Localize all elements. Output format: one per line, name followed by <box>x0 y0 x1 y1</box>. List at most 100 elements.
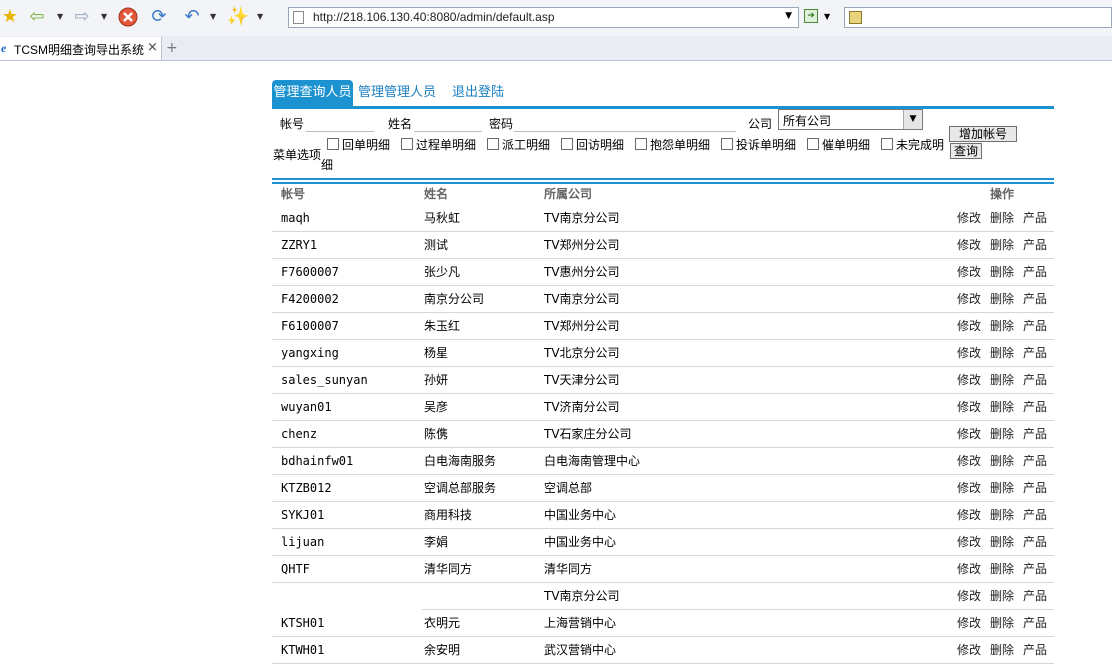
tab-close-icon[interactable]: × <box>147 40 158 55</box>
checkbox-revisit-detail[interactable] <box>561 138 573 150</box>
cell-name: 空调总部服务 <box>424 481 497 495</box>
product-link[interactable]: 产品 <box>1023 237 1047 253</box>
stop-icon[interactable] <box>117 6 139 28</box>
product-link[interactable]: 产品 <box>1023 318 1047 334</box>
favorites-star-icon[interactable]: ★ <box>0 6 20 28</box>
edit-link[interactable]: 修改 <box>957 399 981 415</box>
edit-link[interactable]: 修改 <box>957 345 981 361</box>
address-bar[interactable]: http://218.106.130.40:8080/admin/default… <box>288 7 799 28</box>
product-link[interactable]: 产品 <box>1023 642 1047 658</box>
delete-link[interactable]: 删除 <box>990 453 1014 469</box>
address-dropdown-icon[interactable]: ▼ <box>785 11 792 21</box>
name-input[interactable] <box>414 115 482 132</box>
address-url[interactable]: http://218.106.130.40:8080/admin/default… <box>313 10 555 24</box>
delete-link[interactable]: 删除 <box>990 480 1014 496</box>
password-input[interactable] <box>514 115 736 132</box>
product-link[interactable]: 产品 <box>1023 399 1047 415</box>
browser-tab[interactable]: e TCSM明细查询导出系统 × <box>0 37 162 60</box>
tab-manage-query-users[interactable]: 管理查询人员 <box>272 80 353 106</box>
edit-link[interactable]: 修改 <box>957 372 981 388</box>
delete-link[interactable]: 删除 <box>990 426 1014 442</box>
edit-link[interactable]: 修改 <box>957 588 981 604</box>
product-link[interactable]: 产品 <box>1023 453 1047 469</box>
delete-link[interactable]: 删除 <box>990 615 1014 631</box>
delete-link[interactable]: 删除 <box>990 345 1014 361</box>
delete-link[interactable]: 删除 <box>990 210 1014 226</box>
product-link[interactable]: 产品 <box>1023 345 1047 361</box>
checkbox-grievance-detail[interactable] <box>721 138 733 150</box>
edit-link[interactable]: 修改 <box>957 642 981 658</box>
table-row: maqh 马秋虹 TV南京分公司 修改 删除 产品 <box>272 205 1054 232</box>
forward-history-dropdown-icon[interactable]: ▼ <box>101 12 107 21</box>
delete-link[interactable]: 删除 <box>990 318 1014 334</box>
product-link[interactable]: 产品 <box>1023 426 1047 442</box>
edit-link[interactable]: 修改 <box>957 426 981 442</box>
back-history-dropdown-icon[interactable]: ▼ <box>57 12 63 21</box>
checkbox-process-detail[interactable] <box>401 138 413 150</box>
product-link[interactable]: 产品 <box>1023 480 1047 496</box>
edit-link[interactable]: 修改 <box>957 237 981 253</box>
product-link[interactable]: 产品 <box>1023 372 1047 388</box>
company-select[interactable]: 所有公司 ▼ <box>778 109 923 130</box>
edit-link[interactable]: 修改 <box>957 318 981 334</box>
delete-link[interactable]: 删除 <box>990 264 1014 280</box>
checkbox-receipt-detail[interactable] <box>327 138 339 150</box>
product-link[interactable]: 产品 <box>1023 561 1047 577</box>
tab-manage-admins[interactable]: 管理管理人员 <box>358 80 436 106</box>
go-icon[interactable]: ➜ <box>804 9 818 23</box>
edit-link[interactable]: 修改 <box>957 561 981 577</box>
delete-link[interactable]: 删除 <box>990 399 1014 415</box>
back-icon[interactable]: ⇦ <box>26 6 48 28</box>
delete-link[interactable]: 删除 <box>990 561 1014 577</box>
product-link[interactable]: 产品 <box>1023 534 1047 550</box>
cell-name: 白电海南服务 <box>424 454 497 468</box>
cell-company: TV惠州分公司 <box>544 265 620 279</box>
chevron-down-icon[interactable]: ▼ <box>903 110 922 129</box>
go-dropdown-icon[interactable]: ▼ <box>824 12 830 21</box>
edit-link[interactable]: 修改 <box>957 534 981 550</box>
product-link[interactable]: 产品 <box>1023 615 1047 631</box>
column-header-account: 帐号 <box>281 187 306 201</box>
table-row: sales_sunyan 孙妍 TV天津分公司 修改 删除 产品 <box>272 367 1054 394</box>
product-link[interactable]: 产品 <box>1023 210 1047 226</box>
new-tab-button[interactable]: + <box>166 40 178 56</box>
browser-toolbar: ★ ⇦ ▼ ⇨ ▼ ⟳ ↶ ▼ ✨ ▼ http://218.106.130.4… <box>0 0 1112 36</box>
refresh-icon[interactable]: ⟳ <box>147 6 171 28</box>
edit-link[interactable]: 修改 <box>957 453 981 469</box>
search-provider-icon[interactable] <box>849 11 862 24</box>
delete-link[interactable]: 删除 <box>990 291 1014 307</box>
edit-link[interactable]: 修改 <box>957 480 981 496</box>
delete-link[interactable]: 删除 <box>990 642 1014 658</box>
delete-link[interactable]: 删除 <box>990 588 1014 604</box>
search-input[interactable] <box>844 7 1112 28</box>
delete-link[interactable]: 删除 <box>990 372 1014 388</box>
tools-dropdown-icon[interactable]: ▼ <box>257 12 263 21</box>
delete-link[interactable]: 删除 <box>990 507 1014 523</box>
edit-link[interactable]: 修改 <box>957 615 981 631</box>
edit-link[interactable]: 修改 <box>957 507 981 523</box>
edit-link[interactable]: 修改 <box>957 210 981 226</box>
delete-link[interactable]: 删除 <box>990 237 1014 253</box>
checkbox-dispatch-detail[interactable] <box>487 138 499 150</box>
edit-link[interactable]: 修改 <box>957 264 981 280</box>
add-account-button[interactable]: 增加帐号 <box>949 126 1017 142</box>
query-button[interactable]: 查询 <box>950 143 982 159</box>
checkbox-incomplete-detail[interactable] <box>881 138 893 150</box>
product-link[interactable]: 产品 <box>1023 588 1047 604</box>
table-row: yangxing 杨星 TV北京分公司 修改 删除 产品 <box>272 340 1054 367</box>
checkbox-complaint-detail[interactable] <box>635 138 647 150</box>
undo-dropdown-icon[interactable]: ▼ <box>210 12 216 21</box>
undo-icon[interactable]: ↶ <box>180 6 204 28</box>
delete-link[interactable]: 删除 <box>990 534 1014 550</box>
product-link[interactable]: 产品 <box>1023 264 1047 280</box>
account-input[interactable] <box>306 115 374 132</box>
product-link[interactable]: 产品 <box>1023 507 1047 523</box>
forward-icon[interactable]: ⇨ <box>71 6 93 28</box>
edit-link[interactable]: 修改 <box>957 291 981 307</box>
cell-name: 商用科技 <box>424 508 473 522</box>
tab-logout[interactable]: 退出登陆 <box>452 80 504 106</box>
tools-wand-icon[interactable]: ✨ <box>225 6 251 28</box>
name-label: 姓名 <box>388 117 413 131</box>
checkbox-reminder-detail[interactable] <box>807 138 819 150</box>
product-link[interactable]: 产品 <box>1023 291 1047 307</box>
